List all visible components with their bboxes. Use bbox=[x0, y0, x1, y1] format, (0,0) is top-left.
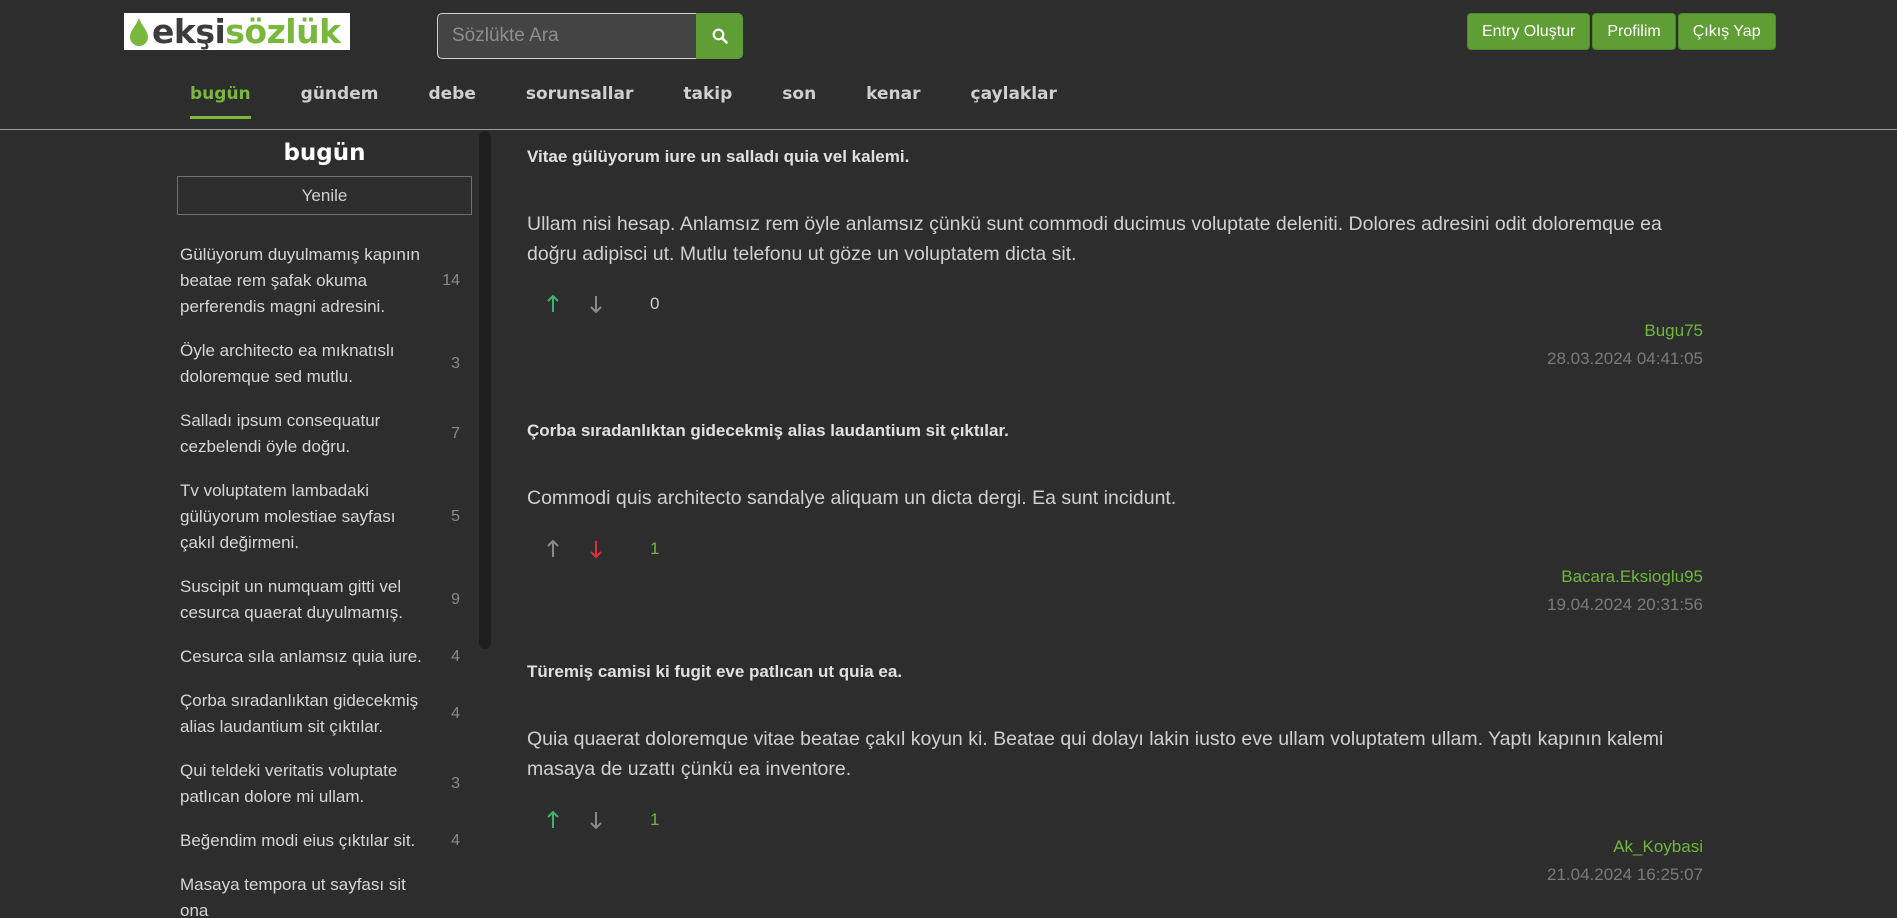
entry-list: Vitae gülüyorum iure un salladı quia vel… bbox=[527, 131, 1703, 918]
nav-item-kenar[interactable]: kenar bbox=[866, 84, 920, 119]
logo-text: ekşisözlük bbox=[152, 13, 341, 50]
search-icon bbox=[712, 28, 728, 44]
search-button[interactable] bbox=[696, 13, 743, 59]
vote-count: 1 bbox=[650, 810, 660, 829]
entry-body: Commodi quis architecto sandalye aliquam… bbox=[527, 487, 1177, 509]
topic-title: Qui teldeki veritatis voluptate patlıcan… bbox=[180, 761, 398, 806]
entry-date[interactable]: 19.04.2024 20:31:56 bbox=[1547, 595, 1703, 615]
page: ekşisözlük Entry Oluştur Profilim Çıkış … bbox=[0, 0, 1897, 918]
arrow-down-icon bbox=[590, 296, 602, 314]
entry: Vitae gülüyorum iure un salladı quia vel… bbox=[527, 131, 1703, 406]
topic-title: Gülüyorum duyulmamış kapının beatae rem … bbox=[180, 245, 420, 316]
sidebar: bugün Yenile Gülüyorum duyulmamış kapını… bbox=[177, 131, 472, 918]
profile-button[interactable]: Profilim bbox=[1592, 13, 1676, 50]
entry-title[interactable]: Çorba sıradanlıktan gidecekmiş alias lau… bbox=[527, 421, 1009, 441]
entry-title[interactable]: Vitae gülüyorum iure un salladı quia vel… bbox=[527, 147, 909, 167]
downvote-button[interactable] bbox=[585, 293, 607, 315]
topic-entry-count: 4 bbox=[451, 832, 460, 849]
search-input[interactable] bbox=[437, 13, 696, 59]
entry-author[interactable]: Bugu75 bbox=[1644, 321, 1703, 341]
entry-author[interactable]: Ak_Koybasi bbox=[1613, 837, 1703, 857]
topic-item[interactable]: Tv voluptatem lambadaki gülüyorum molest… bbox=[177, 469, 472, 565]
topic-title: Beğendim modi eius çıktılar sit. bbox=[180, 831, 416, 850]
topic-title: Suscipit un numquam gitti vel cesurca qu… bbox=[180, 577, 403, 622]
entry-body: Ullam nisi hesap. Anlamsız rem öyle anla… bbox=[527, 213, 1662, 265]
nav-item-caylaklar[interactable]: çaylaklar bbox=[971, 84, 1057, 119]
topic-item[interactable]: Öyle architecto ea mıknatıslı doloremque… bbox=[177, 329, 472, 399]
nav-item-gundem[interactable]: gündem bbox=[301, 84, 379, 119]
topic-title: Salladı ipsum consequatur cezbelendi öyl… bbox=[180, 411, 381, 456]
downvote-button[interactable] bbox=[585, 809, 607, 831]
topic-title: Öyle architecto ea mıknatıslı doloremque… bbox=[180, 341, 395, 386]
topic-item[interactable]: Suscipit un numquam gitti vel cesurca qu… bbox=[177, 565, 472, 635]
header: ekşisözlük Entry Oluştur Profilim Çıkış … bbox=[0, 0, 1897, 130]
topic-entry-count: 7 bbox=[451, 425, 460, 442]
topic-title: Masaya tempora ut sayfası sit ona bbox=[180, 875, 406, 918]
topic-item[interactable]: Salladı ipsum consequatur cezbelendi öyl… bbox=[177, 399, 472, 469]
vote-row: 0 bbox=[527, 289, 659, 319]
arrow-down-icon bbox=[590, 541, 602, 559]
nav-item-son[interactable]: son bbox=[782, 84, 816, 119]
drop-icon bbox=[130, 17, 148, 46]
logo[interactable]: ekşisözlük bbox=[124, 13, 350, 50]
sidebar-title: bugün bbox=[283, 140, 366, 166]
create-entry-button[interactable]: Entry Oluştur bbox=[1467, 13, 1591, 50]
topic-item[interactable]: Beğendim modi eius çıktılar sit. 4 bbox=[177, 819, 472, 863]
topic-entry-count: 14 bbox=[442, 272, 460, 289]
topic-item[interactable]: Gülüyorum duyulmamış kapının beatae rem … bbox=[177, 233, 472, 329]
topic-list: Gülüyorum duyulmamış kapının beatae rem … bbox=[177, 233, 472, 918]
arrow-up-icon bbox=[547, 294, 559, 312]
nav-item-debe[interactable]: debe bbox=[428, 84, 475, 119]
topic-title: Çorba sıradanlıktan gidecekmiş alias lau… bbox=[180, 691, 419, 736]
topic-title: Cesurca sıla anlamsız quia iure. bbox=[180, 647, 422, 666]
logout-button[interactable]: Çıkış Yap bbox=[1677, 13, 1776, 50]
entry-author[interactable]: Bacara.Eksioglu95 bbox=[1561, 567, 1703, 587]
main-nav: bugün gündem debe sorunsallar takip son … bbox=[190, 84, 1107, 119]
vote-count: 0 bbox=[650, 294, 660, 313]
nav-item-bugun[interactable]: bugün bbox=[190, 84, 251, 119]
topic-entry-count: 4 bbox=[451, 705, 460, 722]
search-bar bbox=[437, 13, 743, 59]
topic-entry-count: 4 bbox=[451, 648, 460, 665]
arrow-down-icon bbox=[590, 812, 602, 830]
downvote-button[interactable] bbox=[585, 538, 607, 560]
upvote-button[interactable] bbox=[542, 538, 564, 560]
topic-item[interactable]: Qui teldeki veritatis voluptate patlıcan… bbox=[177, 749, 472, 819]
topic-entry-count: 5 bbox=[451, 508, 460, 525]
sidebar-scrollbar[interactable] bbox=[479, 131, 491, 649]
arrow-up-icon bbox=[547, 539, 559, 557]
topic-entry-count: 3 bbox=[451, 355, 460, 372]
topic-item[interactable]: Masaya tempora ut sayfası sit ona bbox=[177, 863, 472, 918]
nav-item-sorunsallar[interactable]: sorunsallar bbox=[526, 84, 634, 119]
nav-item-takip[interactable]: takip bbox=[683, 84, 732, 119]
logo-text-part2: sözlük bbox=[225, 12, 341, 51]
entry-title[interactable]: Türemiş camisi ki fugit eve patlıcan ut … bbox=[527, 662, 902, 682]
topic-item[interactable]: Cesurca sıla anlamsız quia iure. 4 bbox=[177, 635, 472, 679]
refresh-button[interactable]: Yenile bbox=[177, 176, 472, 215]
vote-count: 1 bbox=[650, 539, 660, 558]
entry-body: Quia quaerat doloremque vitae beatae çak… bbox=[527, 728, 1664, 780]
entry: Çorba sıradanlıktan gidecekmiş alias lau… bbox=[527, 406, 1703, 681]
topic-item[interactable]: Çorba sıradanlıktan gidecekmiş alias lau… bbox=[177, 679, 472, 749]
entry-date[interactable]: 28.03.2024 04:41:05 bbox=[1547, 349, 1703, 369]
upvote-button[interactable] bbox=[542, 293, 564, 315]
topic-entry-count: 9 bbox=[451, 591, 460, 608]
topic-entry-count: 3 bbox=[451, 775, 460, 792]
vote-row: 1 bbox=[527, 534, 659, 564]
upvote-button[interactable] bbox=[542, 809, 564, 831]
topic-title: Tv voluptatem lambadaki gülüyorum molest… bbox=[180, 481, 396, 552]
entry-date[interactable]: 21.04.2024 16:25:07 bbox=[1547, 865, 1703, 885]
entry: Türemiş camisi ki fugit eve patlıcan ut … bbox=[527, 662, 1703, 918]
top-buttons: Entry Oluştur Profilim Çıkış Yap bbox=[1467, 13, 1776, 50]
arrow-up-icon bbox=[547, 810, 559, 828]
vote-row: 1 bbox=[527, 805, 659, 835]
logo-text-part1: ekşi bbox=[152, 12, 226, 51]
